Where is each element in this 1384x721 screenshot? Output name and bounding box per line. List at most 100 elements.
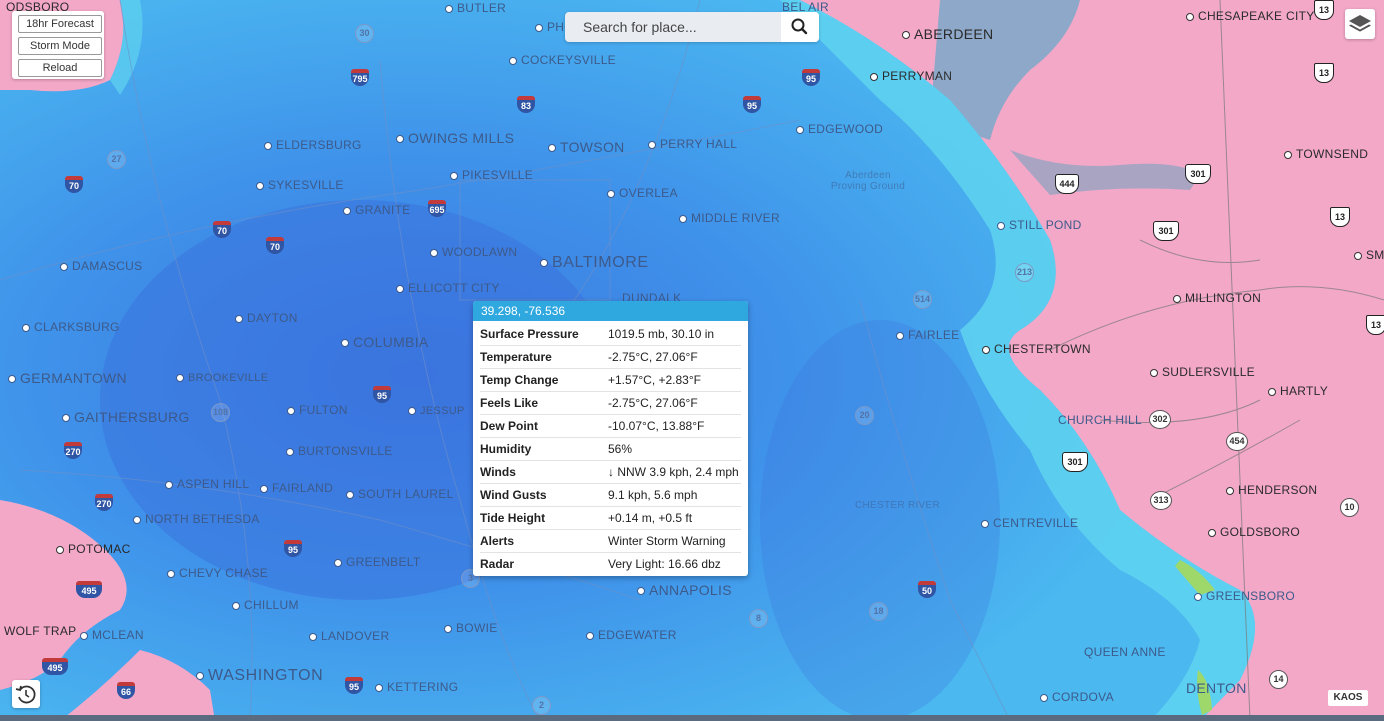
place-label: DAYTON [235,311,298,325]
search-input[interactable] [573,15,798,39]
place-label: LANDOVER [309,629,389,643]
row-label: Winds [480,465,516,479]
row-label: Temperature [480,350,552,364]
place-label: CHILLUM [232,598,299,612]
row-label: Radar [480,557,515,571]
popup-row-feels-like: Feels Like -2.75°C, 27.06°F [480,392,741,415]
reload-button[interactable]: Reload [18,59,102,77]
place-label: GERMANTOWN [8,370,127,386]
route-shield: 30 [355,24,374,43]
place-label: HENDERSON [1226,483,1317,497]
place-label: OWINGS MILLS [396,130,514,146]
place-label: PERRYMAN [870,69,952,83]
place-label: CENTREVILLE [981,516,1078,530]
forecast-button[interactable]: 18hr Forecast [18,15,102,33]
row-value: -10.07°C, 13.88°F [608,419,705,433]
route-shield: 13 [1366,315,1384,335]
route-shield: 454 [1226,432,1248,451]
place-label: POTOMAC [56,542,131,556]
place-label: MILLINGTON [1173,291,1261,305]
place-label: STILL POND [997,218,1082,232]
place-label: MCLEAN [80,628,144,642]
popup-row-surface-pressure: Surface Pressure 1019.5 mb, 30.10 in [480,323,741,346]
row-value: +1.57°C, +2.83°F [608,373,701,387]
place-label: SOUTH LAUREL [346,487,454,501]
place-label: ANNAPOLIS [637,582,732,598]
row-label: Wind Gusts [480,488,547,502]
popup-row-temp-change: Temp Change +1.57°C, +2.83°F [480,369,741,392]
storm-mode-button[interactable]: Storm Mode [18,37,102,55]
place-label: SYKESVILLE [256,178,344,192]
place-label: COLUMBIA [341,334,429,350]
place-label: GREENBELT [334,555,421,569]
us-route-shield: 301 [1062,452,1088,472]
layers-button[interactable] [1345,9,1375,39]
popup-row-tide-height: Tide Height +0.14 m, +0.5 ft [480,507,741,530]
route-shield: 302 [1149,410,1171,429]
place-label: NORTH BETHESDA [133,512,260,526]
place-label: CHESTER RIVER [855,500,941,511]
map-controls-panel: 18hr Forecast Storm Mode Reload [12,11,104,79]
place-label: SUDLERSVILLE [1150,365,1255,379]
search-icon [791,18,808,35]
place-label: BOWIE [444,621,498,635]
row-value: ↓ NNW 3.9 kph, 2.4 mph [608,465,739,479]
place-label: FAIRLEE [896,328,959,342]
interstate-shield: 695 [428,200,446,217]
row-value: Winter Storm Warning [608,534,726,548]
search-box [565,12,819,42]
place-label: ABERDEEN [902,26,993,42]
place-label: BALTIMORE [540,254,649,272]
popup-row-temperature: Temperature -2.75°C, 27.06°F [480,346,741,369]
place-label: CLARKSBURG [22,320,120,334]
row-label: Humidity [480,442,532,456]
row-label: Surface Pressure [480,327,579,341]
place-label: DAMASCUS [60,259,142,273]
kaos-logo: KAOS [1328,690,1368,706]
us-route-shield: 301 [1185,164,1211,184]
search-button[interactable] [781,12,819,42]
place-label: GAITHERSBURG [62,409,190,425]
place-label: BUTLER [445,1,506,15]
route-shield: 13 [1314,63,1334,83]
route-shield: 10 [1340,498,1359,517]
popup-row-wind-gusts: Wind Gusts 9.1 kph, 5.6 mph [480,484,741,507]
place-label: PIKESVILLE [450,168,533,182]
history-icon [15,685,36,704]
row-label: Feels Like [480,396,539,410]
place-label: ASPEN HILL [165,477,249,491]
row-label: Dew Point [480,419,539,433]
popup-row-humidity: Humidity 56% [480,438,741,461]
place-label: BURTONSVILLE [286,444,393,458]
row-label: Alerts [480,534,515,548]
place-label: CHURCH HILL [1058,413,1142,427]
place-label: MIDDLE RIVER [679,211,780,225]
row-value: 56% [608,442,633,456]
row-value: 1019.5 mb, 30.10 in [608,327,715,341]
place-label: TOWNSEND [1284,147,1368,161]
route-shield: 213 [1015,263,1034,282]
weather-info-popup: 39.298, -76.536 Surface Pressure 1019.5 m… [473,301,748,576]
route-shield: 8 [749,609,768,628]
place-label: WOODLAWN [430,245,517,259]
history-button[interactable] [12,680,40,708]
place-label: CHESAPEAKE CITY [1186,9,1315,23]
row-value: Very Light: 16.66 dbz [608,557,721,571]
row-value: -2.75°C, 27.06°F [608,396,698,410]
place-label: FAIRLAND [260,481,333,495]
interstate-shield: 270 [64,442,82,459]
place-label: COCKEYSVILLE [509,53,616,67]
place-label: TOWSON [548,139,625,155]
place-label: WOLF TRAP [4,624,77,638]
popup-row-radar: Radar Very Light: 16.66 dbz [480,553,741,575]
place-label: ELLICOTT CITY [396,281,500,295]
route-shield: 13 [1314,0,1334,20]
place-label: SMI [1354,248,1384,262]
place-label: GRANITE [343,203,410,217]
us-route-shield: 444 [1055,174,1079,194]
row-label: Temp Change [480,373,559,387]
place-label: ELDERSBURG [264,138,362,152]
place-label: DENTON [1186,680,1247,696]
place-label: EDGEWOOD [796,122,883,136]
route-shield: 108 [211,403,230,422]
